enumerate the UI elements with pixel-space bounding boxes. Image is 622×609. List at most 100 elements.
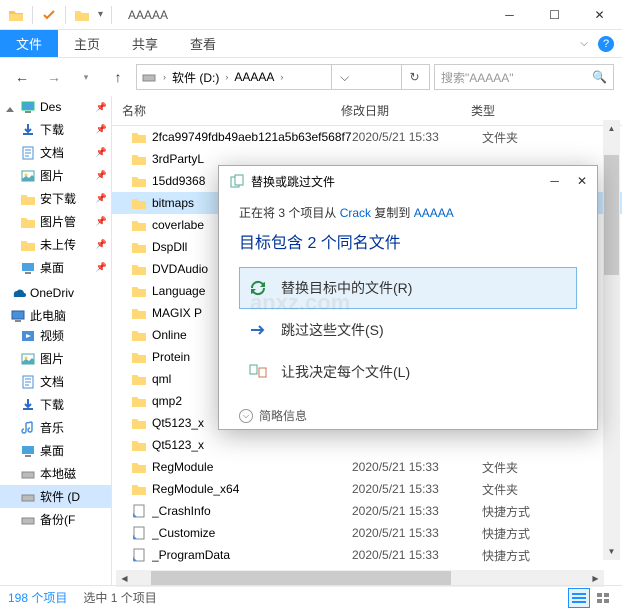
refresh-icon[interactable]: ↻ (401, 65, 427, 89)
nav-pc-item[interactable]: 软件 (D (0, 485, 111, 508)
option-replace[interactable]: 替换目标中的文件(R) (239, 267, 577, 309)
check-icon[interactable] (41, 7, 57, 23)
file-date: 2020/5/21 15:33 (352, 460, 482, 474)
folder-icon (130, 480, 148, 498)
maximize-button[interactable]: ☐ (532, 0, 577, 30)
folder-icon (130, 304, 148, 322)
nav-up[interactable]: ↑ (104, 63, 132, 91)
nav-pc-item[interactable]: 音乐 (0, 416, 111, 439)
folder-icon (130, 458, 148, 476)
dialog-minimize[interactable]: ─ (550, 174, 559, 188)
nav-quick-item[interactable]: 桌面📌 (0, 256, 111, 279)
pin-icon: 📌 (96, 102, 107, 113)
dropdown-history[interactable]: ⌵ (331, 65, 357, 89)
file-date: 2020/5/21 15:33 (352, 504, 482, 518)
ribbon-expand[interactable]: ⌵ (580, 38, 588, 49)
nav-pc-item[interactable]: 视频 (0, 324, 111, 347)
minimize-button[interactable]: ─ (487, 0, 532, 30)
sort-ascending-icon (6, 107, 14, 112)
search-icon[interactable]: 🔍 (592, 70, 607, 84)
file-type: 快捷方式 (482, 525, 530, 542)
option-skip[interactable]: 跳过这些文件(S) (239, 309, 577, 351)
folder-icon (130, 216, 148, 234)
file-name: RegModule (152, 460, 352, 474)
folder-icon (130, 150, 148, 168)
file-row[interactable]: Qt5123_x (112, 434, 622, 456)
pin-icon: 📌 (96, 170, 107, 181)
column-date[interactable]: 修改日期 (337, 102, 467, 119)
nav-onedrive[interactable]: OneDriv (0, 285, 111, 301)
nav-pc-item[interactable]: 文档 (0, 370, 111, 393)
nav-quick-item[interactable]: 下载📌 (0, 118, 111, 141)
ribbon-tab-home[interactable]: 主页 (58, 30, 116, 57)
nav-quick-item[interactable]: Des📌 (0, 96, 111, 118)
dialog-copying-text: 正在将 3 个项目从 Crack 复制到 AAAAA (239, 204, 577, 221)
column-name[interactable]: 名称 (112, 102, 337, 119)
ribbon-tab-share[interactable]: 共享 (116, 30, 174, 57)
chevron-right-icon[interactable]: › (159, 72, 170, 82)
dialog-close[interactable]: ✕ (577, 174, 587, 188)
file-row[interactable]: RegModule_x642020/5/21 15:33文件夹 (112, 478, 622, 500)
file-name: _Customize (152, 526, 352, 540)
nav-quick-item[interactable]: 图片📌 (0, 164, 111, 187)
column-type[interactable]: 类型 (467, 102, 622, 119)
file-type: 快捷方式 (482, 503, 530, 520)
breadcrumb-seg-1[interactable]: AAAAA (232, 70, 276, 84)
nav-pc-item[interactable]: 图片 (0, 347, 111, 370)
search-input[interactable]: 搜索"AAAAA" 🔍 (434, 64, 614, 90)
copy-icon (229, 173, 245, 189)
file-row[interactable]: RegModule2020/5/21 15:33文件夹 (112, 456, 622, 478)
nav-thispc[interactable]: 此电脑 (0, 307, 111, 324)
breadcrumb-drive-icon (139, 69, 159, 85)
status-selection: 选中 1 个项目 (83, 589, 156, 606)
file-date: 2020/5/21 15:33 (352, 526, 482, 540)
nav-back[interactable]: ← (8, 63, 36, 91)
nav-pc-item[interactable]: 本地磁 (0, 462, 111, 485)
replace-icon (247, 277, 269, 299)
chevron-right-icon[interactable]: › (221, 72, 232, 82)
chevron-right-icon[interactable]: › (276, 72, 287, 82)
view-icons-button[interactable] (592, 588, 614, 608)
window-title: AAAAA (128, 8, 168, 22)
vertical-scrollbar[interactable]: ▲ ▼ (603, 120, 620, 560)
option-more-details[interactable]: ⌵ 简略信息 (239, 407, 577, 424)
file-type: 文件夹 (482, 459, 518, 476)
ribbon-file-tab[interactable]: 文件 (0, 30, 58, 57)
nav-quick-item[interactable]: 安下载📌 (0, 187, 111, 210)
view-details-button[interactable] (568, 588, 590, 608)
nav-pc-item[interactable]: 桌面 (0, 439, 111, 462)
folder-icon (130, 436, 148, 454)
nav-quick-item[interactable]: 文档📌 (0, 141, 111, 164)
shortcut-icon (130, 502, 148, 520)
file-row[interactable]: _Customize2020/5/21 15:33快捷方式 (112, 522, 622, 544)
file-date: 2020/5/21 15:33 (352, 482, 482, 496)
folder-icon (130, 392, 148, 410)
nav-history[interactable]: ▾ (72, 63, 100, 91)
dialog-title: 替换或跳过文件 (251, 173, 335, 190)
close-button[interactable]: ✕ (577, 0, 622, 30)
pin-icon: 📌 (96, 262, 107, 273)
file-name: _ProgramData (152, 548, 352, 562)
pin-icon: 📌 (96, 239, 107, 250)
nav-pc-item[interactable]: 下载 (0, 393, 111, 416)
nav-quick-item[interactable]: 图片管📌 (0, 210, 111, 233)
navigation-pane[interactable]: Des📌下载📌文档📌图片📌安下载📌图片管📌未上传📌桌面📌 OneDriv 此电脑… (0, 96, 112, 586)
breadcrumb-seg-0[interactable]: 软件 (D:) (170, 69, 221, 86)
status-item-count: 198 个项目 (8, 589, 67, 606)
compare-icon (247, 361, 269, 383)
pin-icon: 📌 (96, 124, 107, 135)
help-icon[interactable]: ? (598, 36, 614, 52)
qat-folder-icon[interactable] (74, 7, 90, 23)
search-placeholder: 搜索"AAAAA" (441, 69, 514, 86)
nav-pc-item[interactable]: 备份(F (0, 508, 111, 531)
file-name: 2fca99749fdb49aeb121a5b63ef568f7 (152, 130, 352, 144)
ribbon-tab-view[interactable]: 查看 (174, 30, 232, 57)
file-row[interactable]: _CrashInfo2020/5/21 15:33快捷方式 (112, 500, 622, 522)
file-type: 快捷方式 (482, 547, 530, 564)
nav-quick-item[interactable]: 未上传📌 (0, 233, 111, 256)
file-row[interactable]: _ProgramData2020/5/21 15:33快捷方式 (112, 544, 622, 566)
qat-dropdown[interactable]: ▾ (98, 9, 103, 20)
breadcrumb[interactable]: › 软件 (D:) › AAAAA › ⌵ ↻ (136, 64, 430, 90)
file-row[interactable]: 2fca99749fdb49aeb121a5b63ef568f72020/5/2… (112, 126, 622, 148)
option-decide[interactable]: 让我决定每个文件(L) (239, 351, 577, 393)
